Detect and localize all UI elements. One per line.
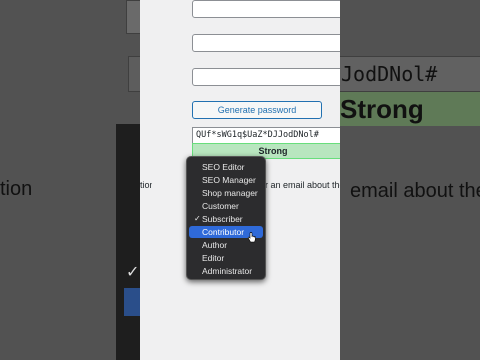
role-option-label: Subscriber bbox=[202, 214, 243, 224]
role-option-label: Customer bbox=[202, 201, 239, 211]
background-password-text: JodDNol# bbox=[341, 62, 438, 86]
background-check-icon: ✓ bbox=[126, 264, 140, 281]
background-email-text: email about the bbox=[350, 180, 480, 202]
role-option-seo-editor[interactable]: SEO Editor bbox=[189, 161, 263, 173]
role-option-label: Editor bbox=[202, 253, 225, 263]
text-field[interactable] bbox=[192, 0, 340, 18]
role-option-label: Shop manager bbox=[202, 188, 258, 198]
background-label-text: tion bbox=[0, 178, 33, 200]
role-option-administrator[interactable]: Administrator bbox=[189, 265, 263, 277]
send-notification-text: er an email about the bbox=[260, 180, 340, 190]
checkmark-icon: ✓ bbox=[194, 214, 201, 223]
background-left-zoom: tion ✓ bbox=[0, 0, 140, 360]
role-option-editor[interactable]: Editor bbox=[189, 252, 263, 264]
background-field bbox=[126, 0, 140, 34]
role-option-shop-manager[interactable]: Shop manager bbox=[189, 187, 263, 199]
text-field[interactable] bbox=[192, 68, 340, 86]
background-dropdown-shadow bbox=[116, 124, 140, 360]
hand-pointer-icon bbox=[247, 232, 256, 243]
role-option-subscriber[interactable]: ✓ Subscriber bbox=[189, 213, 263, 225]
role-option-seo-manager[interactable]: SEO Manager bbox=[189, 174, 263, 186]
text-field[interactable] bbox=[192, 34, 340, 52]
role-option-customer[interactable]: Customer bbox=[189, 200, 263, 212]
background-button bbox=[124, 288, 140, 316]
role-option-label: Contributor bbox=[202, 227, 245, 237]
role-option-label: SEO Manager bbox=[202, 175, 256, 185]
background-right-zoom: JodDNol# Strong email about the bbox=[340, 0, 480, 360]
password-input[interactable]: QUf*sWG1q$UaZ*DJJodDNol# bbox=[192, 127, 340, 144]
background-strength-zoom: Strong bbox=[340, 92, 480, 126]
background-field bbox=[128, 56, 140, 92]
generate-password-button[interactable]: Generate password bbox=[192, 101, 322, 119]
background-password-box: JodDNol# bbox=[340, 56, 480, 92]
role-option-label: SEO Editor bbox=[202, 162, 245, 172]
role-option-label: Author bbox=[202, 240, 228, 250]
role-option-label: Administrator bbox=[202, 266, 253, 276]
role-label-fragment: tion bbox=[140, 180, 152, 190]
role-dropdown-menu[interactable]: SEO Editor SEO Manager Shop manager Cust… bbox=[186, 156, 266, 280]
